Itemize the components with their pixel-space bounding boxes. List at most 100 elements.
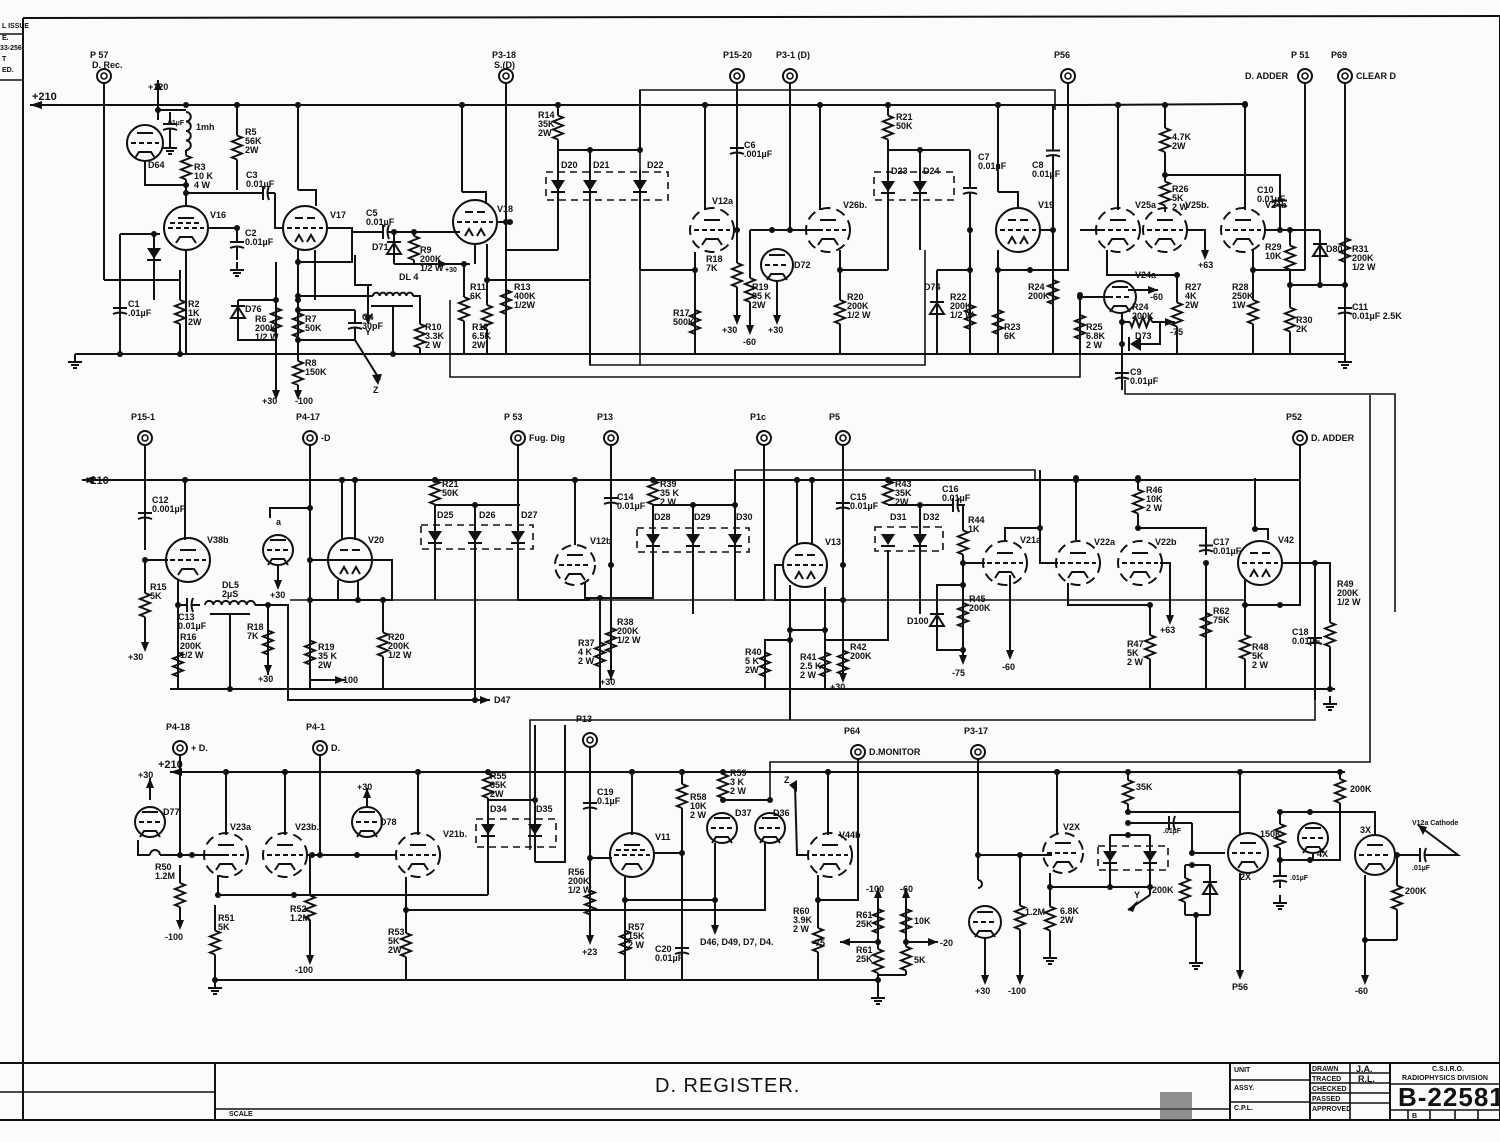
terminal-center-icon <box>176 744 184 752</box>
diode-icon <box>1103 851 1117 862</box>
vacuum-tube-icon <box>1142 207 1188 253</box>
tube-cathode-icon <box>1154 238 1176 246</box>
terminal-ring-icon <box>172 740 188 756</box>
resistor-icon <box>260 629 276 656</box>
tube-cathode-icon <box>177 568 199 576</box>
arrow-icon <box>274 580 282 590</box>
diode-label: D28 <box>654 512 671 522</box>
label: 25K <box>856 954 873 964</box>
wire <box>354 255 372 286</box>
vacuum-tube-icon <box>760 248 794 282</box>
label: 2 W <box>1252 660 1269 670</box>
vacuum-tube-icon <box>163 205 209 251</box>
label: 0.1µF <box>597 796 621 806</box>
drawing-number: B-22581 <box>1398 1082 1500 1112</box>
tube-cathode-icon <box>464 226 486 237</box>
label: 1/2 W <box>255 332 279 342</box>
arrow-icon <box>1016 975 1024 985</box>
resistor-icon <box>1198 612 1214 638</box>
label: 0.01µF <box>1032 169 1061 179</box>
diode-icon <box>881 534 895 545</box>
terminal-p5 <box>835 430 851 446</box>
heater-link-icon <box>977 879 983 889</box>
rail-label: +30 <box>357 782 372 792</box>
terminal-label: P4-18 <box>166 722 190 732</box>
label: 2W <box>245 145 259 155</box>
terminal-ring-icon <box>756 430 772 446</box>
vacuum-tube-icon <box>134 806 166 838</box>
tube-cathode-icon <box>994 571 1016 579</box>
net-label: D46, D49, D7, D4. <box>700 937 774 947</box>
label: 2W <box>1185 300 1199 310</box>
tube-cathode-icon <box>564 573 586 581</box>
label: 0.01µF <box>1292 636 1321 646</box>
junction-dot <box>503 219 509 225</box>
terminal-label: P56 <box>1054 50 1070 60</box>
resistor-icon <box>412 323 428 349</box>
label: 1/2 W <box>847 310 871 320</box>
terminal-label: P13 <box>576 714 592 724</box>
junction-dot <box>825 769 831 775</box>
junction-dot <box>1119 341 1125 347</box>
cpl-label: C.P.L. <box>1234 1105 1253 1112</box>
tube-label: V12b <box>590 536 612 546</box>
label: 2 W <box>660 497 677 507</box>
junction-dot <box>183 102 189 108</box>
terminal-ring-icon <box>850 744 866 760</box>
tube-cathode-icon <box>1007 234 1029 245</box>
arrow-icon <box>711 925 719 935</box>
vacuum-tube-icon <box>126 124 164 162</box>
net-label: Z <box>373 385 379 395</box>
tube-cathode-icon <box>794 569 816 580</box>
junction-dot <box>177 852 183 858</box>
terminal-ring-icon <box>510 430 526 446</box>
arrow-icon <box>959 655 967 665</box>
terminal-center-icon <box>1301 72 1309 80</box>
terminal-ring-icon <box>729 68 745 84</box>
wire <box>1280 445 1301 606</box>
vacuum-tube-icon <box>609 832 655 878</box>
junction-dot <box>415 769 421 775</box>
terminal-label: P3-18 <box>492 50 516 60</box>
junction-dot <box>885 102 891 108</box>
label: 1/2 W <box>180 650 204 660</box>
label: 0.01µF <box>655 953 684 963</box>
arrow-icon <box>480 696 490 704</box>
label: 2W <box>745 665 759 675</box>
tube-cathode-icon <box>339 564 361 575</box>
terminal-label: P69 <box>1331 50 1347 60</box>
diode-label: D78 <box>380 817 397 827</box>
label: 1/2 W <box>1337 597 1361 607</box>
resistor-icon <box>137 592 153 618</box>
resistor-icon <box>290 360 306 386</box>
terminal-center-icon <box>854 748 862 756</box>
terminal-p13b <box>582 732 598 748</box>
rail-label: -100 <box>165 932 183 942</box>
vacuum-tube-icon <box>1117 540 1163 586</box>
resistor-icon <box>832 299 848 325</box>
resistor-icon <box>1120 779 1136 805</box>
label: 1/2 W <box>388 650 412 660</box>
terminal-center-icon <box>514 434 522 442</box>
label: 0.01µF <box>850 501 879 511</box>
label: .01µF <box>128 308 152 318</box>
diode-label: D22 <box>647 160 664 170</box>
tube-cathode-icon <box>294 232 316 243</box>
resistor-icon <box>1157 127 1173 153</box>
diode-icon <box>686 534 700 545</box>
junction-dot <box>702 102 708 108</box>
label: 2W <box>388 945 402 955</box>
label: 2 W <box>730 786 747 796</box>
tube-cathode-icon <box>274 863 296 871</box>
diode-icon <box>511 531 525 542</box>
vacuum-tube-icon <box>203 832 249 878</box>
junction-dot <box>1189 850 1195 856</box>
tube-label: V38b <box>207 535 229 545</box>
vacuum-tube-icon <box>706 812 738 844</box>
resistor-icon <box>1130 488 1146 515</box>
label: 10K <box>1265 251 1282 261</box>
vacuum-tube-icon <box>1227 832 1269 874</box>
resistor-icon <box>498 289 514 315</box>
terminal-center-icon <box>141 434 149 442</box>
resistor-icon <box>1012 904 1028 931</box>
